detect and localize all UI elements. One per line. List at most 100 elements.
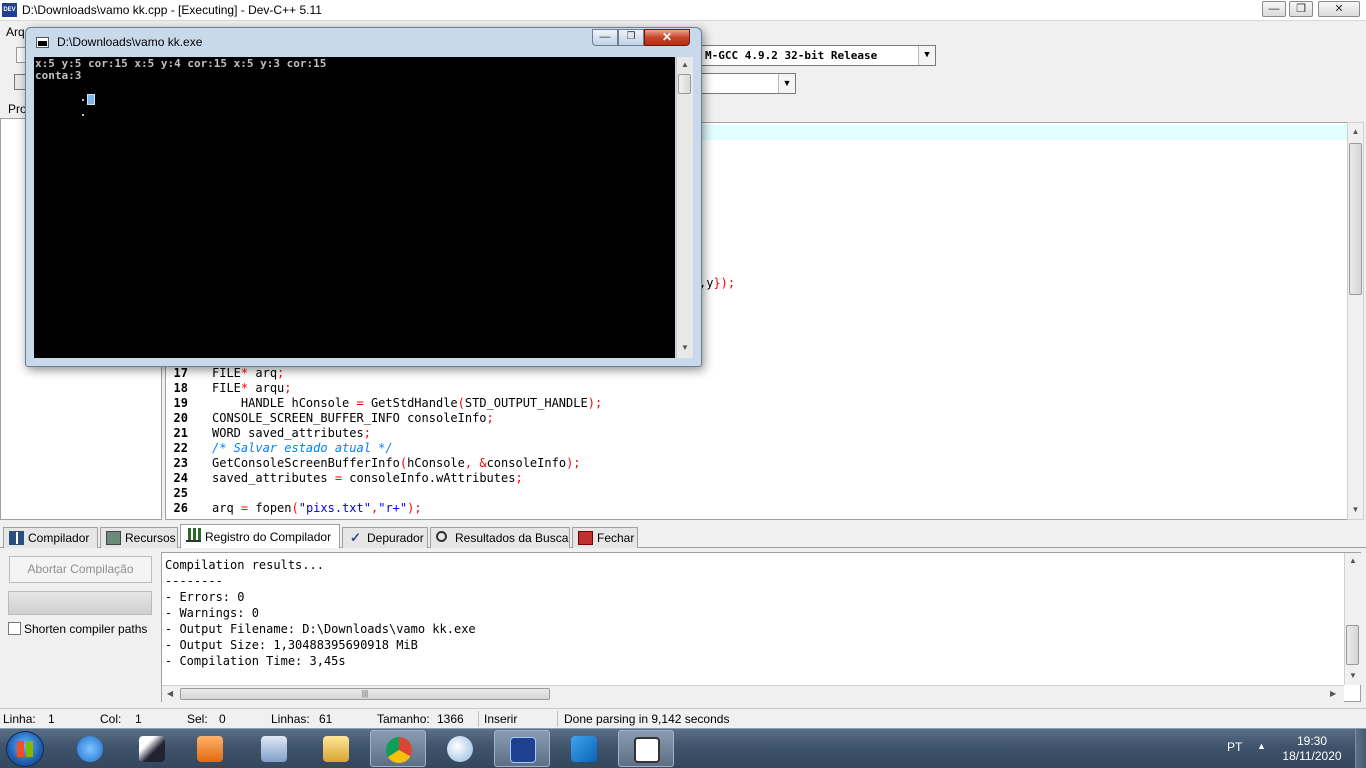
scroll-right-icon[interactable]: ▶ bbox=[1330, 689, 1336, 698]
compiler-select-value: M-GCC 4.9.2 32-bit Release bbox=[705, 49, 878, 62]
windows-taskbar: PT ▲ 19:30 18/11/2020 bbox=[0, 728, 1366, 768]
console-maximize-button[interactable]: ❐ bbox=[618, 29, 644, 46]
log-horizontal-scrollbar[interactable]: ◀ ||| ▶ bbox=[162, 685, 1344, 702]
shorten-paths-label[interactable]: Shorten compiler paths bbox=[24, 622, 147, 636]
editor-scroll-thumb[interactable] bbox=[1349, 143, 1362, 295]
editor-scrollbar[interactable]: ▲ ▼ bbox=[1347, 122, 1364, 520]
bird-icon bbox=[139, 736, 165, 762]
system-clock[interactable]: 19:30 18/11/2020 bbox=[1282, 734, 1342, 764]
scroll-up-icon[interactable]: ▲ bbox=[681, 60, 689, 69]
taskbar-media-player[interactable] bbox=[182, 730, 238, 767]
log-line: Compilation results... bbox=[165, 558, 324, 572]
console-title: D:\Downloads\vamo kk.exe bbox=[57, 35, 203, 49]
maximize-button[interactable]: ❐ bbox=[1289, 1, 1313, 17]
line-number: 23 bbox=[173, 456, 188, 470]
tab-resultados-da-busca[interactable]: Resultados da Busca bbox=[430, 527, 570, 549]
scroll-down-icon[interactable]: ▼ bbox=[681, 343, 689, 352]
show-desktop-button[interactable] bbox=[1355, 729, 1366, 768]
console-close-button[interactable]: ✕ bbox=[644, 29, 690, 46]
status-tamanho-value: 1366 bbox=[437, 712, 464, 726]
menu-arquivo[interactable]: Arq bbox=[6, 25, 25, 39]
abort-compilation-button[interactable]: Abortar Compilação bbox=[9, 556, 152, 583]
language-indicator[interactable]: PT bbox=[1227, 740, 1242, 754]
compiler-select[interactable]: M-GCC 4.9.2 32-bit Release ▼ bbox=[700, 45, 936, 66]
compile-log-lines: Compilation results... -------- - Errors: … bbox=[165, 557, 476, 669]
console-scrollbar[interactable]: ▲ ▼ bbox=[676, 57, 693, 358]
status-linha-value: 1 bbox=[48, 712, 55, 726]
console-minimize-button[interactable]: — bbox=[592, 29, 618, 46]
line-code: saved_attributes = consoleInfo.wAttribut… bbox=[212, 471, 523, 485]
status-linha-label: Linha: bbox=[3, 712, 36, 726]
console-screen[interactable]: x:5 y:5 cor:15 x:5 y:4 cor:15 x:5 y:3 co… bbox=[34, 57, 675, 358]
grid-icon bbox=[9, 531, 24, 545]
console-title-bar[interactable]: D:\Downloads\vamo kk.exe — ❐ ✕ bbox=[26, 28, 701, 56]
status-message: Done parsing in 9,142 seconds bbox=[564, 712, 730, 726]
line-code: GetConsoleScreenBufferInfo(hConsole, &co… bbox=[212, 456, 581, 470]
taskbar-file-app[interactable] bbox=[246, 730, 302, 767]
line-number: 19 bbox=[173, 396, 188, 410]
main-title-bar: DEV D:\Downloads\vamo kk.cpp - [Executin… bbox=[0, 0, 1366, 21]
line-code: WORD saved_attributes; bbox=[212, 426, 371, 440]
console-icon bbox=[36, 37, 49, 48]
compile-log-textarea[interactable]: Compilation results... -------- - Errors: … bbox=[161, 552, 1361, 702]
scroll-up-icon[interactable]: ▲ bbox=[1348, 123, 1363, 140]
chevron-down-icon[interactable]: ▼ bbox=[918, 46, 935, 65]
bar-chart-icon bbox=[186, 528, 201, 542]
function-select[interactable]: ▼ bbox=[700, 73, 796, 94]
chrome-icon bbox=[386, 737, 412, 763]
status-sel-label: Sel: bbox=[187, 712, 208, 726]
scroll-down-icon[interactable]: ▼ bbox=[1349, 671, 1357, 680]
devcpp-app-icon: DEV bbox=[2, 3, 17, 17]
taskbar-internet-explorer[interactable] bbox=[62, 730, 118, 767]
taskbar-paint[interactable] bbox=[432, 730, 488, 767]
media-player-icon bbox=[197, 736, 223, 762]
tab-depurador[interactable]: ✓ Depurador bbox=[342, 527, 428, 549]
taskbar-chrome[interactable] bbox=[370, 730, 426, 767]
tab-registro-do-compilador[interactable]: Registro do Compilador bbox=[180, 524, 340, 549]
log-scroll-thumb[interactable] bbox=[1346, 625, 1359, 665]
taskbar-devcpp[interactable] bbox=[494, 730, 550, 767]
tab-fechar[interactable]: Fechar bbox=[572, 527, 638, 549]
taskbar-vscode[interactable] bbox=[556, 730, 612, 767]
scroll-up-icon[interactable]: ▲ bbox=[1349, 556, 1357, 565]
main-window-title: D:\Downloads\vamo kk.cpp - [Executing] -… bbox=[22, 3, 322, 17]
taskbar-console[interactable] bbox=[618, 730, 674, 767]
status-linhas-value: 61 bbox=[319, 712, 333, 726]
status-linhas-label: Linhas: bbox=[271, 712, 310, 726]
tray-expand-icon[interactable]: ▲ bbox=[1257, 741, 1266, 751]
log-line: -------- bbox=[165, 574, 223, 588]
log-vertical-scrollbar[interactable]: ▲ ▼ bbox=[1344, 553, 1361, 685]
console-output-line: conta:3 bbox=[35, 69, 82, 82]
line-number: 21 bbox=[173, 426, 188, 440]
status-insert-mode: Inserir bbox=[484, 712, 518, 726]
taskbar-windows-explorer[interactable] bbox=[308, 730, 364, 767]
line-number: 18 bbox=[173, 381, 188, 395]
tab-projeto[interactable]: Pro bbox=[8, 102, 27, 116]
shorten-paths-checkbox[interactable] bbox=[8, 622, 21, 635]
devcpp-icon bbox=[510, 737, 536, 763]
log-line: - Output Size: 1,30488395690918 MiB bbox=[165, 638, 418, 652]
scroll-left-icon[interactable]: ◀ bbox=[167, 689, 173, 698]
tab-compilador[interactable]: Compilador bbox=[3, 527, 98, 549]
log-hscroll-thumb[interactable]: ||| bbox=[180, 688, 550, 700]
console-app-icon bbox=[634, 737, 660, 763]
code-fragment-symbol: }); bbox=[713, 276, 736, 290]
line-code: arq = fopen("pixs.txt","r+"); bbox=[212, 501, 422, 515]
status-separator bbox=[557, 711, 558, 727]
close-button[interactable]: ✕ bbox=[1318, 1, 1360, 17]
taskbar-bird-app[interactable] bbox=[124, 730, 180, 767]
paint-palette-icon bbox=[447, 736, 473, 762]
start-button[interactable] bbox=[6, 731, 44, 767]
vscode-icon bbox=[571, 736, 597, 762]
minimize-button[interactable]: — bbox=[1262, 1, 1286, 17]
console-scroll-thumb[interactable] bbox=[678, 74, 691, 94]
scroll-down-icon[interactable]: ▼ bbox=[1348, 501, 1363, 518]
line-number: 25 bbox=[173, 486, 188, 500]
close-icon bbox=[578, 531, 593, 545]
chevron-down-icon[interactable]: ▼ bbox=[778, 74, 795, 93]
bottom-tab-bar: Compilador Recursos Registro do Compilad… bbox=[0, 524, 1366, 549]
status-col-value: 1 bbox=[135, 712, 142, 726]
line-number: 22 bbox=[173, 441, 188, 455]
compile-progress-bar bbox=[8, 591, 152, 615]
tab-recursos[interactable]: Recursos bbox=[100, 527, 178, 549]
